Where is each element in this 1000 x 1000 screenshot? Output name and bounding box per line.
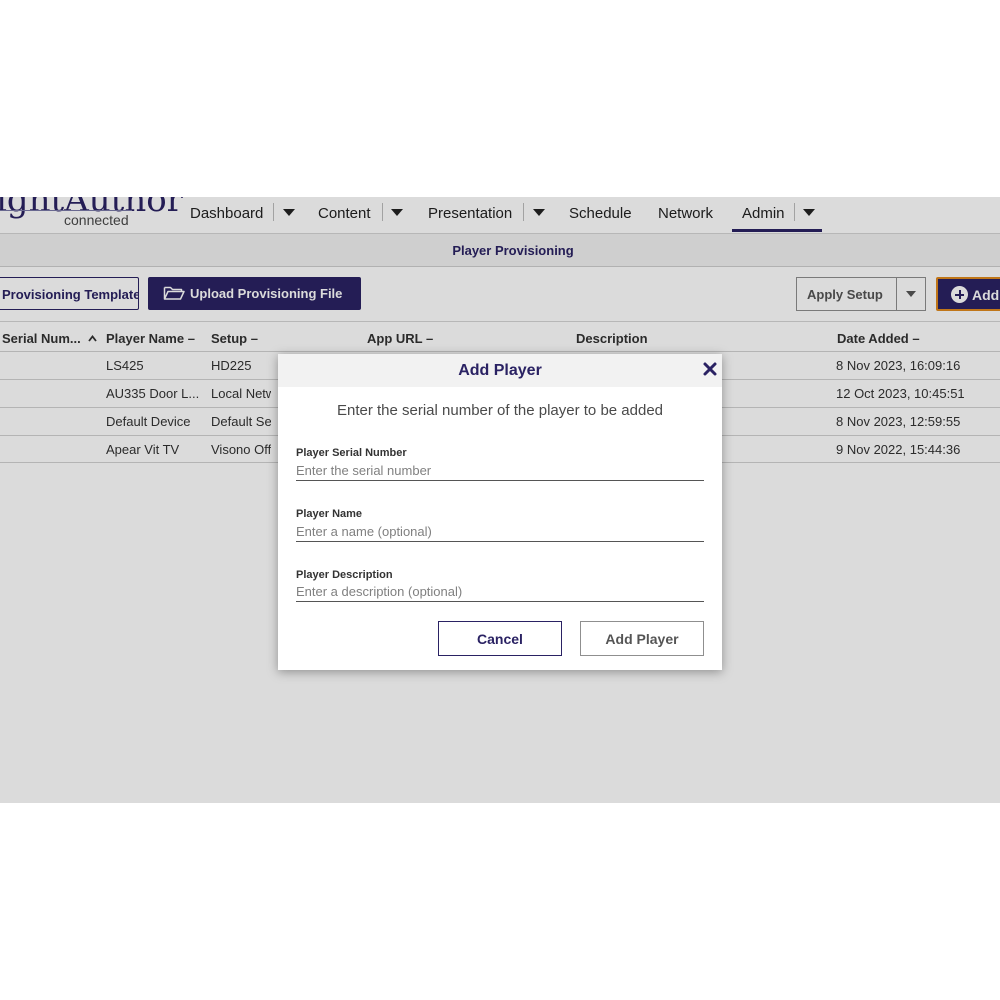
cancel-button[interactable]: Cancel — [438, 621, 562, 656]
dialog-instructions: Enter the serial number of the player to… — [336, 402, 664, 419]
player-name-label: Player Name — [296, 508, 363, 520]
player-name-input[interactable] — [296, 522, 704, 542]
serial-number-label: Player Serial Number — [296, 447, 407, 459]
player-description-label: Player Description — [296, 569, 393, 581]
add-player-submit-button[interactable]: Add Player — [580, 621, 704, 656]
player-description-input[interactable] — [296, 582, 704, 602]
dialog-title: Add Player — [458, 362, 542, 379]
add-player-dialog: Add Player Enter the serial number of th… — [278, 354, 722, 670]
serial-number-input[interactable] — [296, 461, 704, 481]
dialog-header: Add Player — [278, 354, 722, 387]
close-icon[interactable] — [702, 361, 718, 377]
app-window: ightAuthor connected Dashboard Content P… — [0, 197, 1000, 803]
